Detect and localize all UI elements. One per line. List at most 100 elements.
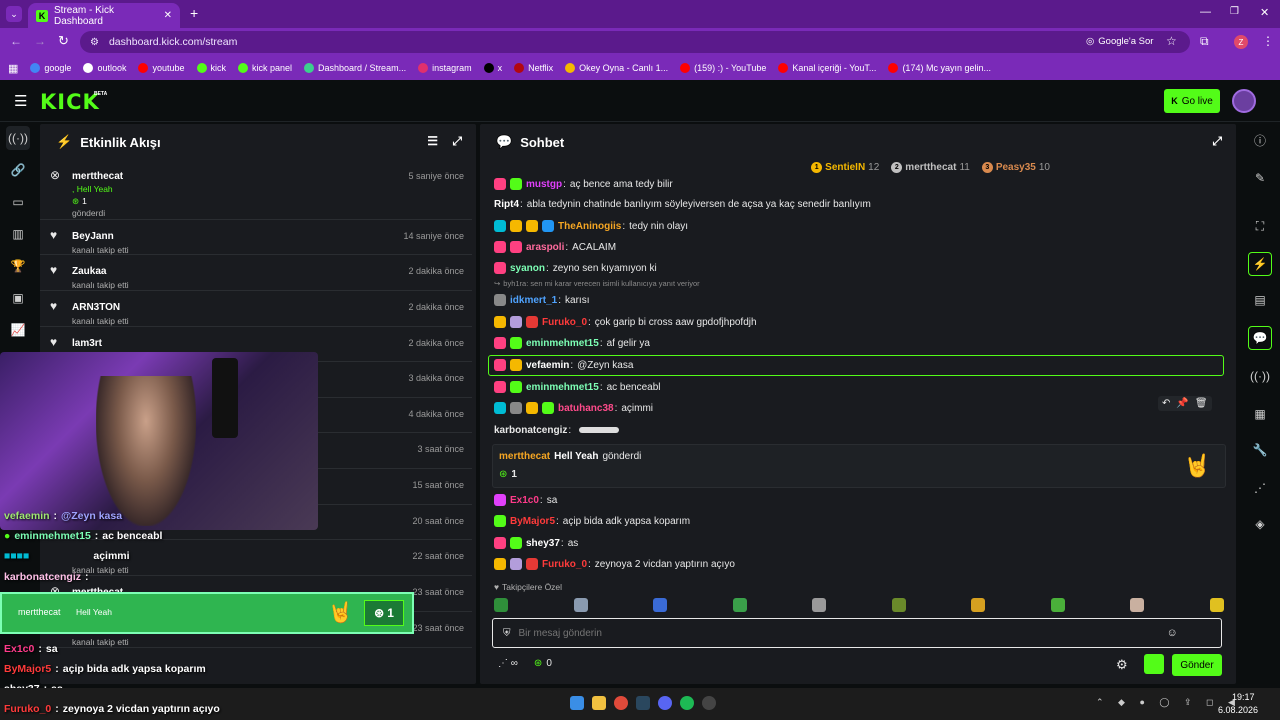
- chat-username[interactable]: araspoli: [526, 242, 564, 253]
- reload-icon[interactable]: ↻: [58, 33, 69, 49]
- spotify-icon[interactable]: [680, 696, 694, 710]
- chat-popout-icon[interactable]: ⤢: [1212, 134, 1222, 149]
- browser-menu-icon[interactable]: ⋮: [1262, 34, 1274, 48]
- user-avatar[interactable]: [1232, 89, 1256, 113]
- extensions-icon[interactable]: ⧉: [1200, 34, 1209, 49]
- chat-username[interactable]: Ript4: [494, 199, 519, 210]
- site-info-icon[interactable]: ⚙: [90, 37, 99, 48]
- activity-user[interactable]: mertthecat: [72, 171, 123, 182]
- popout-icon[interactable]: ⤢: [452, 134, 462, 149]
- chat-settings-icon[interactable]: ⚙: [1116, 657, 1128, 673]
- emoji-icon[interactable]: ☺: [1167, 627, 1178, 639]
- forward-icon[interactable]: →: [34, 34, 46, 48]
- bookmark-star-icon[interactable]: ☆: [1166, 34, 1177, 48]
- stream-icon[interactable]: ((·)): [6, 126, 30, 150]
- bookmark-item[interactable]: Netflix: [514, 63, 553, 73]
- bookmark-item[interactable]: instagram: [418, 63, 472, 73]
- chat-message[interactable]: Furuko_0: zeynoya 2 vicdan yaptırın açıyo: [494, 554, 1222, 574]
- chat-message[interactable]: eminmehmet15: ac benceabl: [494, 377, 1222, 397]
- filter-icon[interactable]: ☰: [427, 134, 438, 148]
- chat-message[interactable]: araspoli: ACALAIM: [494, 237, 1222, 257]
- chat-message[interactable]: vefaemin: @Zeyn kasa: [494, 355, 1222, 375]
- chrome-icon[interactable]: [614, 696, 628, 710]
- chat-username[interactable]: batuhanc38: [558, 403, 614, 414]
- emote-option[interactable]: [812, 598, 827, 612]
- minimize-icon[interactable]: —: [1200, 6, 1211, 18]
- chat-message[interactable]: idkmert_1: karısı: [494, 290, 1222, 310]
- steam-icon[interactable]: [636, 696, 650, 710]
- activity-user[interactable]: Zaukaa: [72, 266, 106, 277]
- kick-mascot-icon[interactable]: [1144, 654, 1164, 674]
- moderation-icon[interactable]: ◈: [1248, 512, 1272, 536]
- leaderboard-entry[interactable]: 2 mertthecat 11: [891, 162, 970, 173]
- emote-option[interactable]: [494, 598, 508, 612]
- emote-option[interactable]: [573, 598, 588, 612]
- discord-icon[interactable]: [658, 696, 672, 710]
- chat-message[interactable]: Ex1c0: sa: [494, 490, 1222, 510]
- kick-logo[interactable]: KICK: [40, 90, 100, 114]
- leaderboard-entry[interactable]: 1 SentieIN 12: [811, 162, 879, 173]
- chat-message[interactable]: Furuko_0: çok garip bi cross aaw gpdofjhp…: [494, 312, 1222, 332]
- new-tab-icon[interactable]: +: [190, 5, 198, 21]
- analytics-icon[interactable]: ▥: [6, 222, 30, 246]
- browser-icon[interactable]: ▭: [6, 190, 30, 214]
- chat-message[interactable]: TheAninogiis: tedy nin olayı: [494, 216, 1222, 236]
- gift-card-user[interactable]: mertthecat: [499, 451, 550, 462]
- chat-message[interactable]: mustgp: aç bence ama tedy bilir: [494, 174, 1222, 194]
- bookmark-item[interactable]: kick: [196, 63, 226, 73]
- activity-item[interactable]: ♥ Zaukaa kanalı takip etti 2 dakika önce: [40, 255, 472, 291]
- google-lens-button[interactable]: ◎ Google'a Sor: [1086, 36, 1153, 47]
- go-live-button[interactable]: K Go live: [1164, 89, 1220, 113]
- bookmark-item[interactable]: Kanal içeriği - YouT...: [778, 63, 876, 73]
- fullscreen-icon[interactable]: ⛶: [1248, 214, 1272, 238]
- emote-option[interactable]: [1130, 598, 1145, 612]
- chat-message[interactable]: eminmehmet15: af gelir ya: [494, 333, 1222, 353]
- bookmark-item[interactable]: x: [483, 63, 502, 73]
- chat-input[interactable]: ⛨ ☺: [492, 618, 1222, 648]
- bookmark-item[interactable]: (174) Mc yayın gelin...: [888, 63, 991, 73]
- emote-option[interactable]: [971, 598, 986, 612]
- leaderboard-entry[interactable]: 3 Peasy35 10: [981, 162, 1050, 173]
- server-icon[interactable]: ▦: [1248, 402, 1272, 426]
- info-icon[interactable]: ⓘ: [1248, 128, 1272, 152]
- chat-username[interactable]: eminmehmet15: [526, 382, 599, 393]
- activity-user[interactable]: BeyJann: [72, 231, 114, 242]
- kicks-balance[interactable]: ⊛ 0: [534, 658, 552, 669]
- chat-username[interactable]: Furuko_0: [542, 559, 587, 570]
- tab-search-icon[interactable]: ⌄: [6, 6, 22, 22]
- chat-username[interactable]: mustgp: [526, 179, 562, 190]
- bookmark-item[interactable]: Dashboard / Stream...: [304, 63, 406, 73]
- back-icon[interactable]: ←: [10, 34, 22, 48]
- chat-username[interactable]: eminmehmet15: [526, 338, 599, 349]
- chat-username[interactable]: idkmert_1: [510, 295, 557, 306]
- chat-toggle-icon[interactable]: 💬: [1248, 326, 1272, 350]
- chat-username[interactable]: karbonatcengiz: [494, 425, 567, 436]
- send-button[interactable]: Gönder: [1172, 654, 1222, 676]
- bookmark-item[interactable]: google: [30, 63, 71, 73]
- window-close-icon[interactable]: ✕: [1260, 6, 1269, 19]
- chat-message[interactable]: batuhanc38: açimmi: [494, 398, 1222, 418]
- link-icon[interactable]: 🔗: [6, 158, 30, 182]
- wrench-icon[interactable]: 🔧: [1248, 438, 1272, 462]
- maximize-icon[interactable]: ❐: [1230, 6, 1239, 17]
- apps-grid-icon[interactable]: ▦: [8, 62, 18, 75]
- chat-username[interactable]: ByMajor5: [510, 516, 555, 527]
- infinity-icon[interactable]: ⋰ ∞: [498, 658, 518, 669]
- clock-time[interactable]: 19:17: [1232, 692, 1255, 702]
- trophy-icon[interactable]: 🏆: [6, 254, 30, 278]
- chat-username[interactable]: vefaemin: [526, 360, 569, 371]
- bookmark-item[interactable]: outlook: [83, 63, 126, 73]
- activity-item[interactable]: ♥ ARN3TON kanalı takip etti 2 dakika önce: [40, 291, 472, 327]
- chat-username[interactable]: syanon: [510, 263, 545, 274]
- emote-option[interactable]: [891, 598, 906, 612]
- chat-username[interactable]: Furuko_0: [542, 317, 587, 328]
- chat-username[interactable]: TheAninogiis: [558, 221, 621, 232]
- url-field[interactable]: ⚙ dashboard.kick.com/stream: [80, 31, 1190, 53]
- obs-icon[interactable]: [702, 696, 716, 710]
- chat-message[interactable]: shey37: as: [494, 533, 1222, 553]
- activity-item[interactable]: ♥ BeyJann kanalı takip etti 14 saniye önce: [40, 220, 472, 255]
- chat-message-field[interactable]: [518, 627, 1159, 639]
- activity-user[interactable]: lam3rt: [72, 338, 102, 349]
- bookmark-item[interactable]: youtube: [138, 63, 185, 73]
- start-icon[interactable]: [570, 696, 584, 710]
